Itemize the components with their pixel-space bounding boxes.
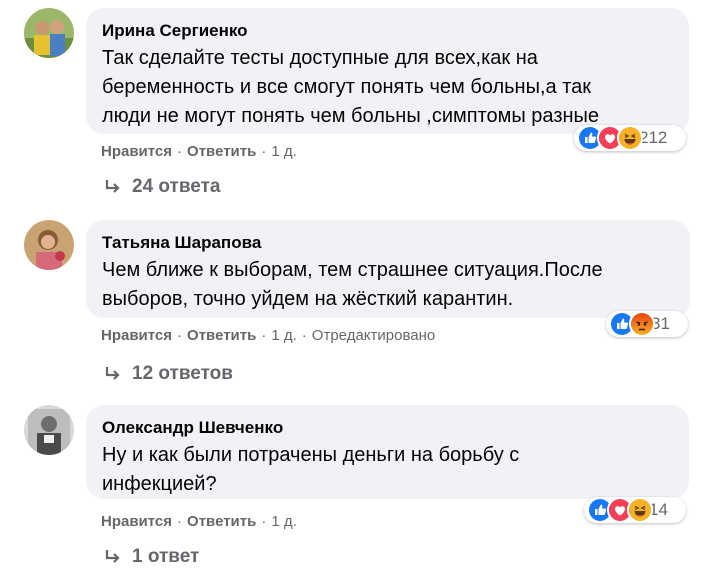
reaction-count: 212 [639,128,668,147]
separator: · [301,327,307,344]
comment-bubble: Ирина Сергиенко Так сделайте тесты досту… [86,8,689,134]
comment-text: Чем ближе к выборам, тем страшнее ситуац… [102,256,674,314]
replies-count: 12 ответов [132,363,233,384]
reply-button[interactable]: Ответить [187,512,256,532]
separator: · [261,513,267,530]
comment-bubble: Татьяна Шарапова Чем ближе к выборам, те… [86,220,690,318]
avatar[interactable] [24,8,74,58]
like-button[interactable]: Нравится [101,326,172,346]
reactions-summary[interactable]: 14 [584,497,686,523]
comment-actions: Нравится · Ответить · 1 д. · Отредактиро… [101,326,435,346]
reactions-summary[interactable]: 31 [606,311,688,337]
comment-bubble: Олександр Шевченко Ну и как были потраче… [86,405,689,499]
comment-actions: Нравится · Ответить · 1 д. [101,512,297,532]
comment-line: выборов, точно уйдем на жёсткий карантин… [102,288,514,310]
separator: · [261,143,267,160]
comment-line: Чем ближе к выборам, тем страшнее ситуац… [102,259,603,281]
like-button[interactable]: Нравится [101,512,172,532]
author-name[interactable]: Ирина Сергиенко [102,20,673,42]
reply-arrow-icon [104,365,122,383]
avatar[interactable] [24,405,74,455]
comment-line: инфекцией? [102,473,217,495]
separator: · [177,143,183,160]
reactions-summary[interactable]: 212 [574,125,686,151]
comment-text: Ну и как были потрачены деньги на борьбу… [102,441,673,499]
separator: · [177,327,183,344]
timestamp-link[interactable]: 1 д. [271,142,296,162]
author-name[interactable]: Олександр Шевченко [102,417,673,439]
view-replies-link[interactable]: 1 ответ [104,546,199,568]
timestamp-link[interactable]: 1 д. [271,512,296,532]
reply-arrow-icon [104,178,122,196]
replies-count: 24 ответа [132,176,221,197]
reply-button[interactable]: Ответить [187,142,256,162]
separator: · [261,327,267,344]
angry-reaction-icon [629,311,655,337]
edited-label: Отредактировано [311,327,436,344]
haha-reaction-icon [627,497,653,523]
timestamp-link[interactable]: 1 д. [271,326,296,346]
haha-reaction-icon [617,125,643,151]
view-replies-link[interactable]: 12 ответов [104,363,233,385]
reply-button[interactable]: Ответить [187,326,256,346]
comment-actions: Нравится · Ответить · 1 д. [101,142,297,162]
comment-line: беременность и все смогут понять чем бол… [102,76,592,98]
view-replies-link[interactable]: 24 ответа [104,176,220,198]
avatar[interactable] [24,220,74,270]
comment-line: Ну и как были потрачены деньги на борьбу… [102,444,520,466]
reply-arrow-icon [104,548,122,566]
comment-text: Так сделайте тесты доступные для всех,ка… [102,44,673,131]
like-button[interactable]: Нравится [101,142,172,162]
comment-line: Так сделайте тесты доступные для всех,ка… [102,47,538,69]
separator: · [177,513,183,530]
author-name[interactable]: Татьяна Шарапова [102,232,674,254]
replies-count: 1 ответ [132,546,200,567]
